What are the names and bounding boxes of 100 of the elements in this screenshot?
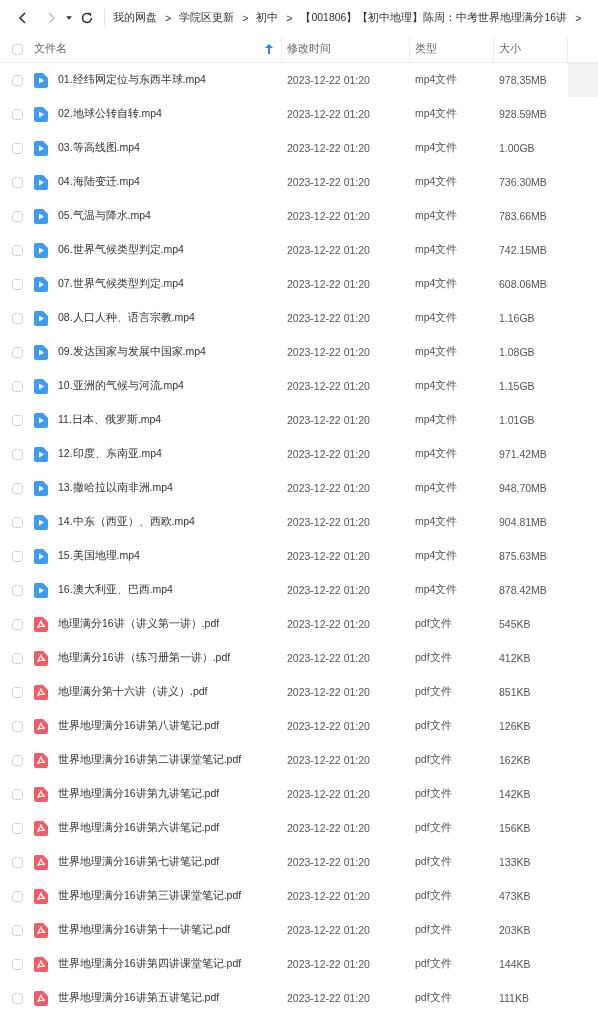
- file-name[interactable]: 05.气温与降水.mp4: [58, 209, 282, 223]
- row-checkbox[interactable]: [12, 686, 23, 698]
- file-name[interactable]: 09.发达国家与发展中国家.mp4: [58, 345, 282, 359]
- file-name[interactable]: 07.世界气候类型判定.mp4: [58, 277, 282, 291]
- file-size: 608.06MB: [499, 278, 547, 290]
- video-file-icon: [34, 582, 48, 598]
- file-name[interactable]: 04.海陆变迁.mp4: [58, 175, 282, 189]
- pdf-file-icon: [34, 752, 48, 768]
- row-checkbox[interactable]: [12, 856, 23, 868]
- file-name[interactable]: 世界地理满分16讲第四讲课堂笔记.pdf: [58, 957, 282, 971]
- row-checkbox[interactable]: [12, 958, 23, 970]
- file-type: mp4文件: [415, 175, 458, 189]
- select-all-checkbox[interactable]: [12, 43, 23, 55]
- dropdown-caret-icon[interactable]: [65, 14, 73, 22]
- row-checkbox[interactable]: [12, 550, 23, 562]
- modified-time: 2023-12-22 01:20: [287, 346, 370, 358]
- video-file-icon: [34, 72, 48, 88]
- modified-time: 2023-12-22 01:20: [287, 142, 370, 154]
- row-checkbox[interactable]: [12, 788, 23, 800]
- row-checkbox[interactable]: [12, 346, 23, 358]
- row-checkbox[interactable]: [12, 176, 23, 188]
- modified-time: 2023-12-22 01:20: [287, 108, 370, 120]
- row-checkbox[interactable]: [12, 74, 23, 86]
- file-size: 742.15MB: [499, 244, 547, 256]
- file-name[interactable]: 08.人口人种、语言宗教.mp4: [58, 311, 282, 325]
- row-checkbox[interactable]: [12, 142, 23, 154]
- pdf-file-icon: [34, 888, 48, 904]
- file-name[interactable]: 15.美国地理.mp4: [58, 549, 282, 563]
- file-name[interactable]: 地理满分第十六讲（讲义）.pdf: [58, 685, 282, 699]
- file-size: 878.42MB: [499, 584, 547, 596]
- row-checkbox[interactable]: [12, 244, 23, 256]
- row-checkbox[interactable]: [12, 380, 23, 392]
- row-checkbox[interactable]: [12, 890, 23, 902]
- file-name[interactable]: 世界地理满分16讲第九讲笔记.pdf: [58, 787, 282, 801]
- pdf-file-icon: [34, 650, 48, 666]
- file-name[interactable]: 世界地理满分16讲第五讲笔记.pdf: [58, 991, 282, 1005]
- row-checkbox[interactable]: [12, 652, 23, 664]
- video-file-icon: [34, 548, 48, 564]
- file-name[interactable]: 13.撒哈拉以南非洲.mp4: [58, 481, 282, 495]
- modified-time: 2023-12-22 01:20: [287, 992, 370, 1004]
- file-name[interactable]: 11.日本、俄罗斯.mp4: [58, 413, 282, 427]
- file-type: pdf文件: [415, 617, 452, 631]
- file-name[interactable]: 世界地理满分16讲第十一讲笔记.pdf: [58, 923, 282, 937]
- file-name[interactable]: 12.印度、东南亚.mp4: [58, 447, 282, 461]
- row-checkbox[interactable]: [12, 210, 23, 222]
- file-size: 736.30MB: [499, 176, 547, 188]
- row-checkbox[interactable]: [12, 924, 23, 936]
- file-name[interactable]: 世界地理满分16讲第二讲课堂笔记.pdf: [58, 753, 282, 767]
- column-header[interactable]: 文件名: [34, 42, 67, 56]
- row-checkbox[interactable]: [12, 992, 23, 1004]
- video-file-icon: [34, 106, 48, 122]
- file-name[interactable]: 02.地球公转自转.mp4: [58, 107, 282, 121]
- file-size: 948.70MB: [499, 482, 547, 494]
- refresh-icon[interactable]: [80, 11, 94, 25]
- file-type: pdf文件: [415, 651, 452, 665]
- pdf-file-icon: [34, 786, 48, 802]
- breadcrumb-link[interactable]: 我的网盘: [113, 11, 157, 25]
- file-name[interactable]: 10.亚洲的气候与河流.mp4: [58, 379, 282, 393]
- modified-time: 2023-12-22 01:20: [287, 958, 370, 970]
- row-checkbox[interactable]: [12, 482, 23, 494]
- file-name[interactable]: 14.中东（西亚）、西欧.mp4: [58, 515, 282, 529]
- file-name[interactable]: 世界地理满分16讲第七讲笔记.pdf: [58, 855, 282, 869]
- file-name[interactable]: 地理满分16讲（讲义第一讲）.pdf: [58, 617, 282, 631]
- modified-time: 2023-12-22 01:20: [287, 924, 370, 936]
- breadcrumb-link[interactable]: 学院区更新: [179, 11, 235, 25]
- row-checkbox[interactable]: [12, 822, 23, 834]
- file-name[interactable]: 世界地理满分16讲第三讲课堂笔记.pdf: [58, 889, 282, 903]
- row-checkbox[interactable]: [12, 108, 23, 120]
- row-checkbox[interactable]: [12, 618, 23, 630]
- modified-time: 2023-12-22 01:20: [287, 312, 370, 324]
- breadcrumb-link[interactable]: 初中: [256, 11, 279, 25]
- file-name[interactable]: 世界地理满分16讲第八讲笔记.pdf: [58, 719, 282, 733]
- file-name[interactable]: 01.经纬网定位与东西半球.mp4: [58, 73, 282, 87]
- breadcrumb-separator: >: [286, 12, 293, 24]
- row-checkbox[interactable]: [12, 516, 23, 528]
- modified-time: 2023-12-22 01:20: [287, 720, 370, 732]
- file-name[interactable]: 世界地理满分16讲第六讲笔记.pdf: [58, 821, 282, 835]
- row-checkbox[interactable]: [12, 414, 23, 426]
- breadcrumb-link[interactable]: 【001806】【初中地理】陈周：中考世界地理满分16讲: [300, 11, 568, 25]
- row-checkbox[interactable]: [12, 754, 23, 766]
- breadcrumb-separator: >: [242, 12, 249, 24]
- file-name[interactable]: 06.世界气候类型判定.mp4: [58, 243, 282, 257]
- row-checkbox[interactable]: [12, 720, 23, 732]
- column-header[interactable]: 大小: [499, 42, 521, 56]
- file-name[interactable]: 地理满分16讲（练习册第一讲）.pdf: [58, 651, 282, 665]
- file-size: 545KB: [499, 618, 531, 630]
- video-file-icon: [34, 344, 48, 360]
- row-checkbox[interactable]: [12, 312, 23, 324]
- column-header[interactable]: 类型: [415, 42, 437, 56]
- file-name[interactable]: 16.澳大利亚、巴西.mp4: [58, 583, 282, 597]
- row-checkbox[interactable]: [12, 448, 23, 460]
- modified-time: 2023-12-22 01:20: [287, 244, 370, 256]
- video-file-icon: [34, 446, 48, 462]
- sort-ascending-icon[interactable]: [265, 44, 273, 54]
- column-header[interactable]: 修改时间: [287, 42, 331, 56]
- file-name[interactable]: 03.等高线图.mp4: [58, 141, 282, 155]
- row-checkbox[interactable]: [12, 278, 23, 290]
- file-size: 133KB: [499, 856, 531, 868]
- row-checkbox[interactable]: [12, 584, 23, 596]
- file-type: pdf文件: [415, 923, 452, 937]
